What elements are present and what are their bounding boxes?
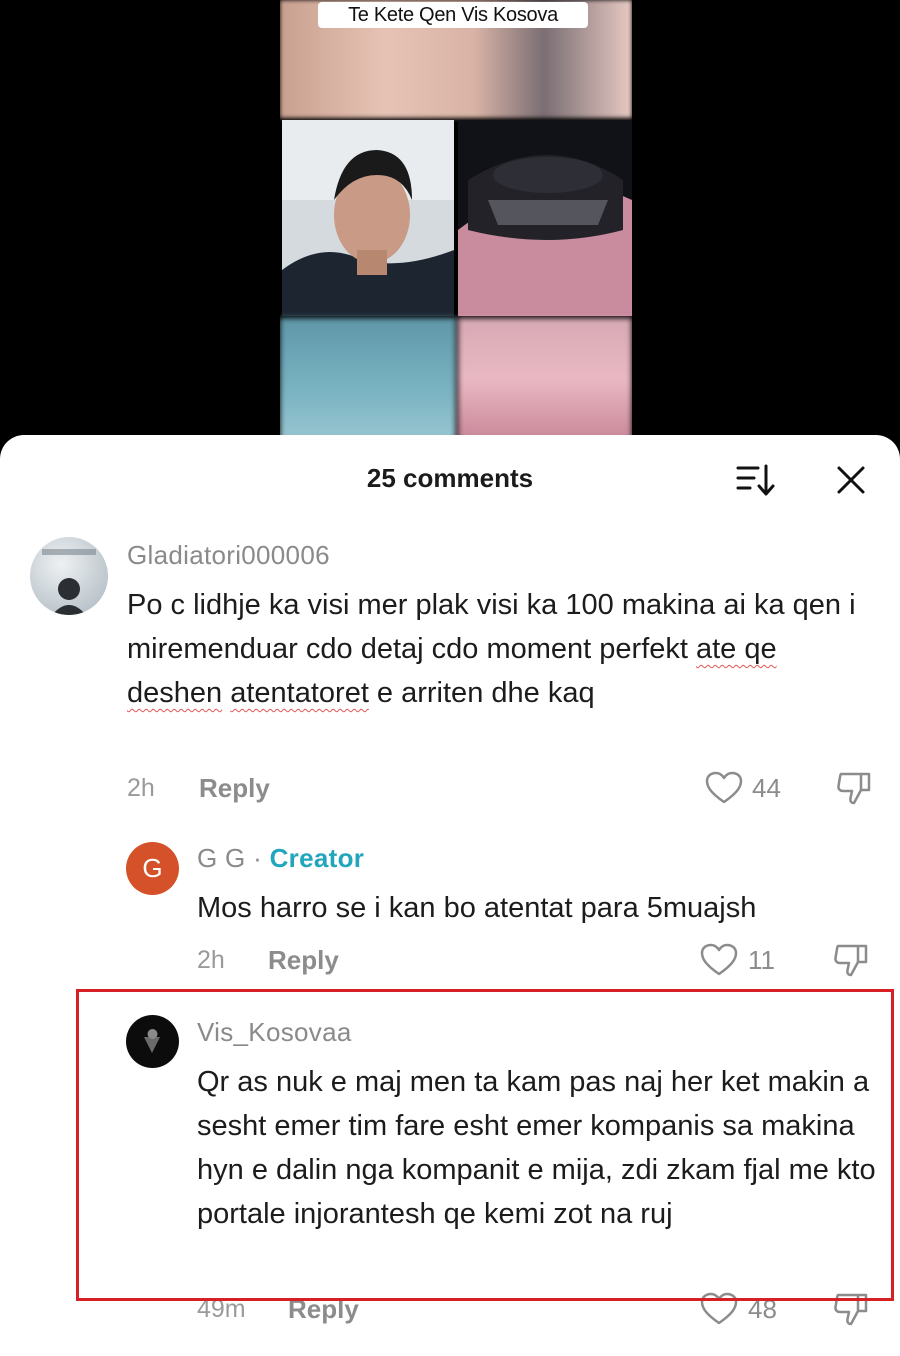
blurred-photo-bottom-left — [280, 318, 456, 440]
car-photo — [458, 120, 632, 316]
video-collage — [280, 0, 632, 440]
video-player[interactable]: Te Kete Qen Vis Kosova — [0, 0, 900, 440]
blurred-photo-bottom-right — [458, 318, 632, 440]
person-photo — [282, 120, 454, 316]
video-caption: Te Kete Qen Vis Kosova — [318, 2, 588, 28]
highlight-box — [76, 989, 894, 1301]
